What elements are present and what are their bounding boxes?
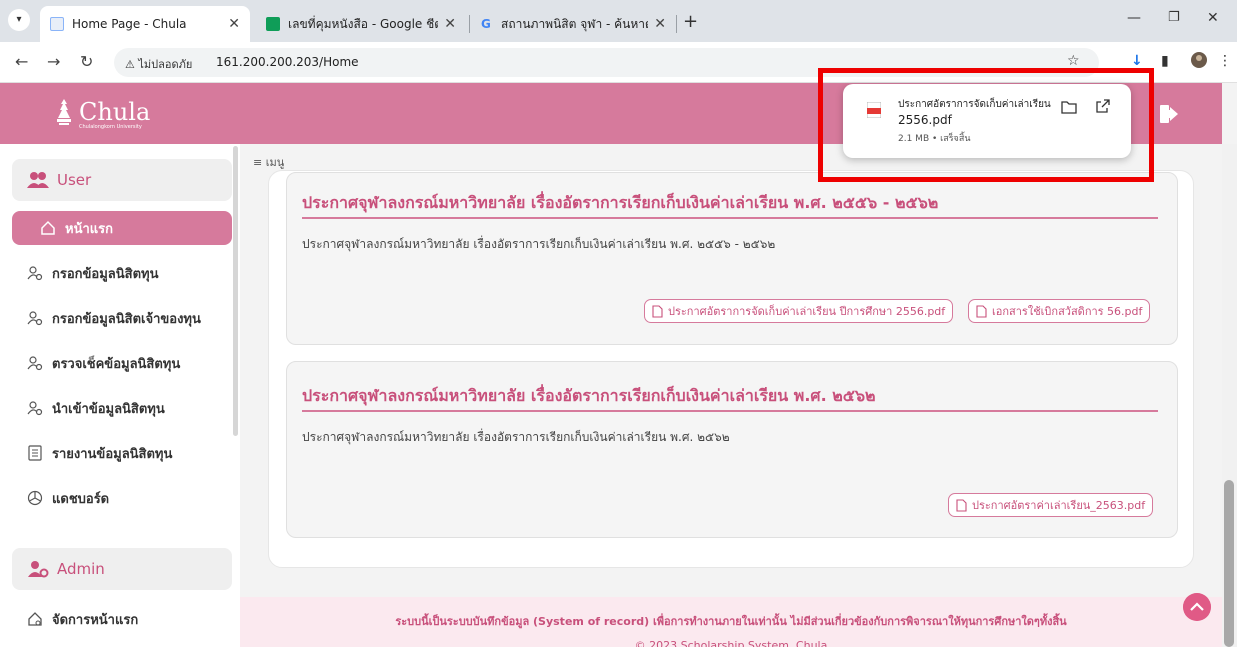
tab-title: สถานภาพนิสิต จุฬา - ค้นหาด้วย Goo (501, 16, 648, 31)
sidebar: User หน้าแรก กรอกข้อมูลนิสิตทุน กรอกข้อม… (0, 144, 240, 647)
tab-search-icon[interactable]: ▾ (8, 9, 30, 31)
tab-separator (676, 15, 677, 33)
sidebar-item-label: รายงานข้อมูลนิสิตทุน (52, 446, 173, 462)
sidebar-item-label: หน้าแรก (65, 221, 113, 237)
tab-separator (469, 15, 470, 33)
sheets-icon (266, 17, 280, 31)
footer-copyright: © 2023 Scholarship System, Chula (634, 639, 828, 647)
footer: ระบบนี้เป็นระบบบันทึกข้อมูล (System of r… (240, 597, 1222, 647)
sidebar-item-dashboard[interactable]: แดชบอร์ด (12, 481, 232, 515)
pie-chart-icon (27, 490, 43, 506)
file-download-button[interactable]: ประกาศอัตราการจัดเก็บค่าเล่าเรียน ปีการศ… (644, 299, 954, 323)
profile-icon[interactable] (1190, 51, 1208, 73)
highlight-annotation-box (818, 68, 1154, 182)
back-icon[interactable]: ← (15, 52, 28, 71)
sidebar-item-label: กรอกข้อมูลนิสิตทุน (52, 266, 159, 282)
sidebar-item-label: แดชบอร์ด (52, 491, 110, 507)
title-divider (302, 217, 1158, 219)
user-gear-icon (27, 266, 43, 281)
file-label: ประกาศอัตราการจัดเก็บค่าเล่าเรียน ปีการศ… (668, 305, 946, 318)
security-label: ไม่ปลอดภัย (138, 58, 193, 71)
sidebar-item-student-form[interactable]: กรอกข้อมูลนิสิตทุน (12, 256, 232, 290)
sidebar-item-manage-home[interactable]: จัดการหน้าแรก (12, 602, 232, 636)
url-text[interactable]: 161.200.200.203/Home (216, 55, 359, 69)
new-tab-icon[interactable]: + (683, 11, 698, 32)
file-icon (956, 498, 967, 512)
sidebar-item-owner-form[interactable]: กรอกข้อมูลนิสิตเจ้าของทุน (12, 301, 232, 335)
reload-icon[interactable]: ↻ (80, 52, 93, 71)
tab-title: Home Page - Chula (72, 17, 187, 31)
section-label: Admin (57, 560, 105, 578)
report-icon (28, 445, 42, 461)
file-download-button[interactable]: ประกาศอัตราค่าเล่าเรียน_2563.pdf (948, 493, 1154, 517)
sidebar-item-label: ตรวจเช็คข้อมูลนิสิตทุน (52, 356, 181, 372)
page-favicon-icon (50, 17, 64, 31)
restore-icon[interactable]: ❐ (1168, 10, 1180, 25)
announcement-title: ประกาศจุฬาลงกรณ์มหาวิทยาลัย เรื่องอัตราก… (302, 193, 939, 212)
chula-emblem-icon (57, 99, 71, 125)
close-icon[interactable]: ✕ (444, 16, 456, 32)
window-close-icon[interactable]: ✕ (1207, 10, 1219, 26)
announcement-card: ประกาศจุฬาลงกรณ์มหาวิทยาลัย เรื่องอัตราก… (286, 361, 1178, 538)
sidebar-section-admin: Admin (12, 548, 232, 590)
security-indicator[interactable]: ⚠ ไม่ปลอดภัย (125, 55, 192, 73)
home-icon (41, 220, 55, 235)
tab-title: เลขที่คุมหนังสือ - Google ชีต (288, 16, 439, 31)
close-icon[interactable]: ✕ (654, 16, 666, 32)
user-gear-icon (27, 311, 43, 326)
sidebar-item-label: จัดการหน้าแรก (52, 612, 139, 628)
download-icon[interactable]: ↓ (1131, 53, 1143, 69)
star-icon[interactable]: ☆ (1067, 53, 1080, 69)
chula-logo[interactable]: Chula Chulalongkorn University (55, 98, 151, 130)
users-icon (27, 172, 49, 188)
sidebar-item-report[interactable]: รายงานข้อมูลนิสิตทุน (12, 436, 232, 470)
user-gear-icon (27, 356, 43, 371)
user-gear-icon (27, 401, 43, 416)
announcement-description: ประกาศจุฬาลงกรณ์มหาวิทยาลัย เรื่องอัตราก… (302, 237, 776, 251)
admin-icon (28, 561, 49, 578)
menu-toggle[interactable]: ≡ เมนู (253, 153, 284, 171)
file-icon (652, 304, 663, 318)
sidepanel-icon[interactable]: ▮ (1161, 53, 1169, 69)
tab-google-sheets[interactable]: เลขที่คุมหนังสือ - Google ชีต ✕ (256, 6, 466, 42)
sidebar-item-label: กรอกข้อมูลนิสิตเจ้าของทุน (52, 311, 201, 327)
sidebar-item-import[interactable]: นำเข้าข้อมูลนิสิตทุน (12, 391, 232, 425)
file-label: ประกาศอัตราค่าเล่าเรียน_2563.pdf (972, 499, 1146, 512)
sidebar-item-verify[interactable]: ตรวจเช็คข้อมูลนิสิตทุน (12, 346, 232, 380)
file-label: เอกสารใช้เบิกสวัสดิการ 56.pdf (992, 305, 1143, 318)
close-icon[interactable]: ✕ (228, 16, 240, 32)
forward-icon[interactable]: → (47, 52, 60, 71)
sidebar-scrollbar[interactable] (233, 146, 238, 436)
tab-strip: ▾ Home Page - Chula ✕ เลขที่คุมหนังสือ -… (0, 0, 1237, 42)
logo-text: Chula (79, 98, 151, 126)
scroll-to-top-icon[interactable] (1183, 593, 1211, 621)
title-divider (302, 410, 1158, 412)
sidebar-section-user: User (12, 159, 232, 201)
page-scrollbar-thumb[interactable] (1224, 480, 1234, 647)
logo-subtext: Chulalongkorn University (79, 124, 142, 130)
announcement-title: ประกาศจุฬาลงกรณ์มหาวิทยาลัย เรื่องอัตราก… (302, 386, 876, 405)
sidebar-item-label: นำเข้าข้อมูลนิสิตทุน (52, 401, 165, 417)
sidebar-item-home[interactable]: หน้าแรก (12, 211, 232, 245)
logout-icon[interactable] (1157, 102, 1181, 126)
google-icon: G (481, 17, 491, 31)
section-label: User (57, 171, 92, 189)
footer-disclaimer: ระบบนี้เป็นระบบบันทึกข้อมูล (System of r… (395, 615, 1067, 628)
minimize-icon[interactable]: — (1127, 10, 1141, 26)
tab-home-page[interactable]: Home Page - Chula ✕ (40, 6, 250, 42)
tab-google-search[interactable]: G สถานภาพนิสิต จุฬา - ค้นหาด้วย Goo ✕ (471, 6, 676, 42)
announcement-card: ประกาศจุฬาลงกรณ์มหาวิทยาลัย เรื่องอัตราก… (286, 172, 1178, 345)
kebab-menu-icon[interactable]: ⋮ (1218, 53, 1232, 69)
file-download-button[interactable]: เอกสารใช้เบิกสวัสดิการ 56.pdf (968, 299, 1151, 323)
file-icon (976, 304, 987, 318)
home-settings-icon (28, 612, 42, 626)
announcement-description: ประกาศจุฬาลงกรณ์มหาวิทยาลัย เรื่องอัตราก… (302, 430, 730, 444)
